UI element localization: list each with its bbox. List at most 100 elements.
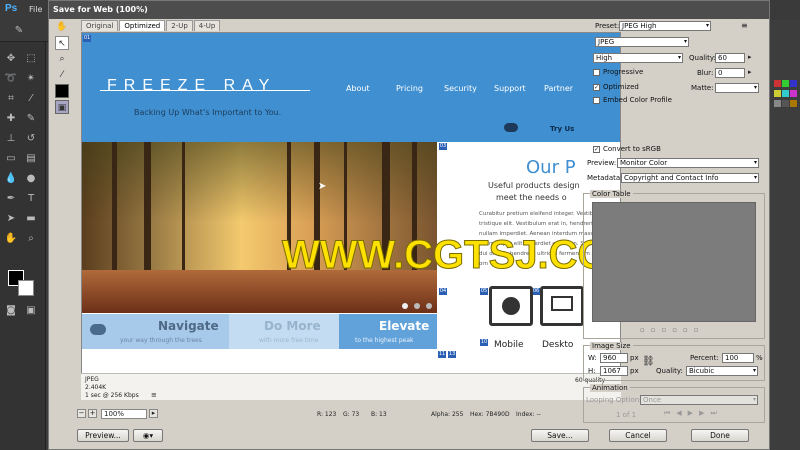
- tab-2up[interactable]: 2-Up: [166, 20, 193, 31]
- browser-select-button[interactable]: ◉▾: [133, 429, 163, 442]
- animation-controls[interactable]: ⏮◀▶▶⏭: [664, 409, 723, 418]
- optimized-checkbox[interactable]: ✓: [593, 84, 600, 91]
- hand-tool-icon[interactable]: ✋: [55, 20, 69, 34]
- zoom-in-button[interactable]: +: [88, 409, 97, 418]
- zoom-level-select[interactable]: 100%: [101, 409, 147, 419]
- move-tool-icon[interactable]: ✥: [4, 52, 18, 66]
- preset-select[interactable]: JPEG High ▾: [619, 21, 711, 31]
- screen-mode-icon[interactable]: ▣: [24, 304, 38, 318]
- pixel-hex: Hex: 7B490D: [470, 411, 510, 418]
- feature-subtitle: your way through the trees: [120, 337, 202, 344]
- marquee-tool-icon[interactable]: ⬚: [24, 52, 38, 66]
- hand-tool-icon[interactable]: ✋: [4, 232, 18, 246]
- done-button[interactable]: Done: [691, 429, 749, 442]
- slice-select-tool-icon[interactable]: ↖: [55, 36, 69, 50]
- crop-tool-icon[interactable]: ⌗: [4, 92, 18, 106]
- blur-tool-icon[interactable]: 💧: [4, 172, 18, 186]
- tab-optimized[interactable]: Optimized: [119, 20, 166, 31]
- convert-srgb-label: Convert to sRGB: [603, 145, 661, 153]
- swatch[interactable]: [782, 100, 789, 107]
- brush-tool-icon[interactable]: ✎: [24, 112, 38, 126]
- width-value: 960: [603, 354, 617, 362]
- cloud-icon: [504, 123, 518, 132]
- eyedropper-color-swatch[interactable]: [55, 84, 69, 98]
- pen-tool-icon[interactable]: ✒: [4, 192, 18, 206]
- zoom-dropdown-icon[interactable]: ▸: [149, 409, 158, 418]
- save-for-web-dialog: Save for Web (100%) ✋ ↖ ⌕ ⁄ ▣ Original O…: [48, 0, 770, 450]
- save-button[interactable]: Save...: [531, 429, 589, 442]
- eyedropper-tool-icon[interactable]: ⁄: [24, 92, 38, 106]
- progressive-checkbox[interactable]: [593, 69, 600, 76]
- info-menu-icon[interactable]: ≡: [151, 391, 157, 399]
- width-input[interactable]: 960: [600, 353, 628, 363]
- link-icon[interactable]: ⛓: [642, 356, 655, 367]
- optimize-menu-icon[interactable]: ≡: [741, 21, 748, 30]
- swatch[interactable]: [774, 100, 781, 107]
- lasso-tool-icon[interactable]: ➰: [4, 72, 18, 86]
- toggle-slices-icon[interactable]: ▣: [55, 100, 69, 114]
- swatch[interactable]: [782, 90, 789, 97]
- quality-value: 60: [718, 54, 727, 62]
- height-unit: px: [630, 367, 639, 375]
- zoom-tool-icon[interactable]: ⌕: [55, 52, 69, 66]
- swatch[interactable]: [774, 90, 781, 97]
- brush-preset-icon[interactable]: ✎: [12, 24, 26, 38]
- swatch[interactable]: [774, 80, 781, 87]
- swatch[interactable]: [782, 80, 789, 87]
- slice-badge: 04: [439, 288, 447, 295]
- preview-value: Monitor Color: [620, 159, 668, 167]
- background-color-swatch[interactable]: [18, 280, 34, 296]
- color-table-tool-icons[interactable]: ▫▫▫▫▫▫: [640, 326, 704, 334]
- preview-select[interactable]: Monitor Color ▾: [617, 158, 759, 168]
- height-input[interactable]: 1067: [600, 366, 628, 376]
- carousel-dot: [414, 303, 420, 309]
- percent-input[interactable]: 100: [722, 353, 754, 363]
- blur-slider-icon[interactable]: ▸: [748, 68, 752, 76]
- tab-4up[interactable]: 4-Up: [193, 20, 221, 31]
- dodge-tool-icon[interactable]: ●: [24, 172, 38, 186]
- shape-tool-icon[interactable]: ▬: [24, 212, 38, 226]
- nav-partner: Partner: [544, 84, 574, 93]
- eyedropper-tool-icon[interactable]: ⁄: [55, 68, 69, 82]
- zoom-out-button[interactable]: −: [77, 409, 86, 418]
- matte-select[interactable]: ▾: [715, 83, 759, 93]
- embed-profile-checkbox[interactable]: [593, 97, 600, 104]
- eraser-tool-icon[interactable]: ▭: [4, 152, 18, 166]
- swatch[interactable]: [790, 100, 797, 107]
- tab-original[interactable]: Original: [81, 20, 119, 31]
- convert-srgb-checkbox[interactable]: ✓: [593, 146, 600, 153]
- compression-select[interactable]: High ▾: [593, 53, 683, 63]
- quality-input[interactable]: 60: [715, 53, 745, 63]
- ps-logo: Ps: [5, 3, 18, 14]
- format-select[interactable]: JPEG ▾: [595, 37, 689, 47]
- preview-button[interactable]: Preview...: [77, 429, 129, 442]
- carousel-dot: [426, 303, 432, 309]
- stamp-tool-icon[interactable]: ⊥: [4, 132, 18, 146]
- preview-canvas[interactable]: FREEZE RAY Backing Up What’s Important t…: [81, 32, 621, 400]
- zoom-tool-icon[interactable]: ⌕: [24, 232, 38, 246]
- type-tool-icon[interactable]: T: [24, 192, 38, 206]
- color-table-swatches[interactable]: [592, 202, 756, 322]
- slice-badge: 05: [480, 288, 488, 295]
- swatch[interactable]: [790, 80, 797, 87]
- quick-mask-icon[interactable]: ◙: [4, 304, 18, 318]
- wand-tool-icon[interactable]: ✴: [24, 72, 38, 86]
- gradient-tool-icon[interactable]: ▤: [24, 152, 38, 166]
- blur-input[interactable]: 0: [715, 68, 745, 78]
- progressive-label: Progressive: [603, 68, 644, 76]
- history-brush-icon[interactable]: ↺: [24, 132, 38, 146]
- looping-select[interactable]: Once ▾: [640, 395, 758, 405]
- nav-security: Security: [444, 84, 477, 93]
- format-value: JPEG: [598, 38, 615, 46]
- quality-slider-icon[interactable]: ▸: [748, 53, 752, 61]
- blur-value: 0: [718, 69, 723, 77]
- swatch[interactable]: [790, 90, 797, 97]
- heal-tool-icon[interactable]: ✚: [4, 112, 18, 126]
- preset-value: JPEG High: [622, 22, 657, 30]
- cancel-button[interactable]: Cancel: [609, 429, 667, 442]
- path-select-icon[interactable]: ➤: [4, 212, 18, 226]
- resample-quality-select[interactable]: Bicubic ▾: [686, 366, 758, 376]
- file-menu[interactable]: File: [29, 5, 42, 14]
- metadata-select[interactable]: Copyright and Contact Info ▾: [621, 173, 759, 183]
- try-us-link: Try Us: [550, 125, 575, 133]
